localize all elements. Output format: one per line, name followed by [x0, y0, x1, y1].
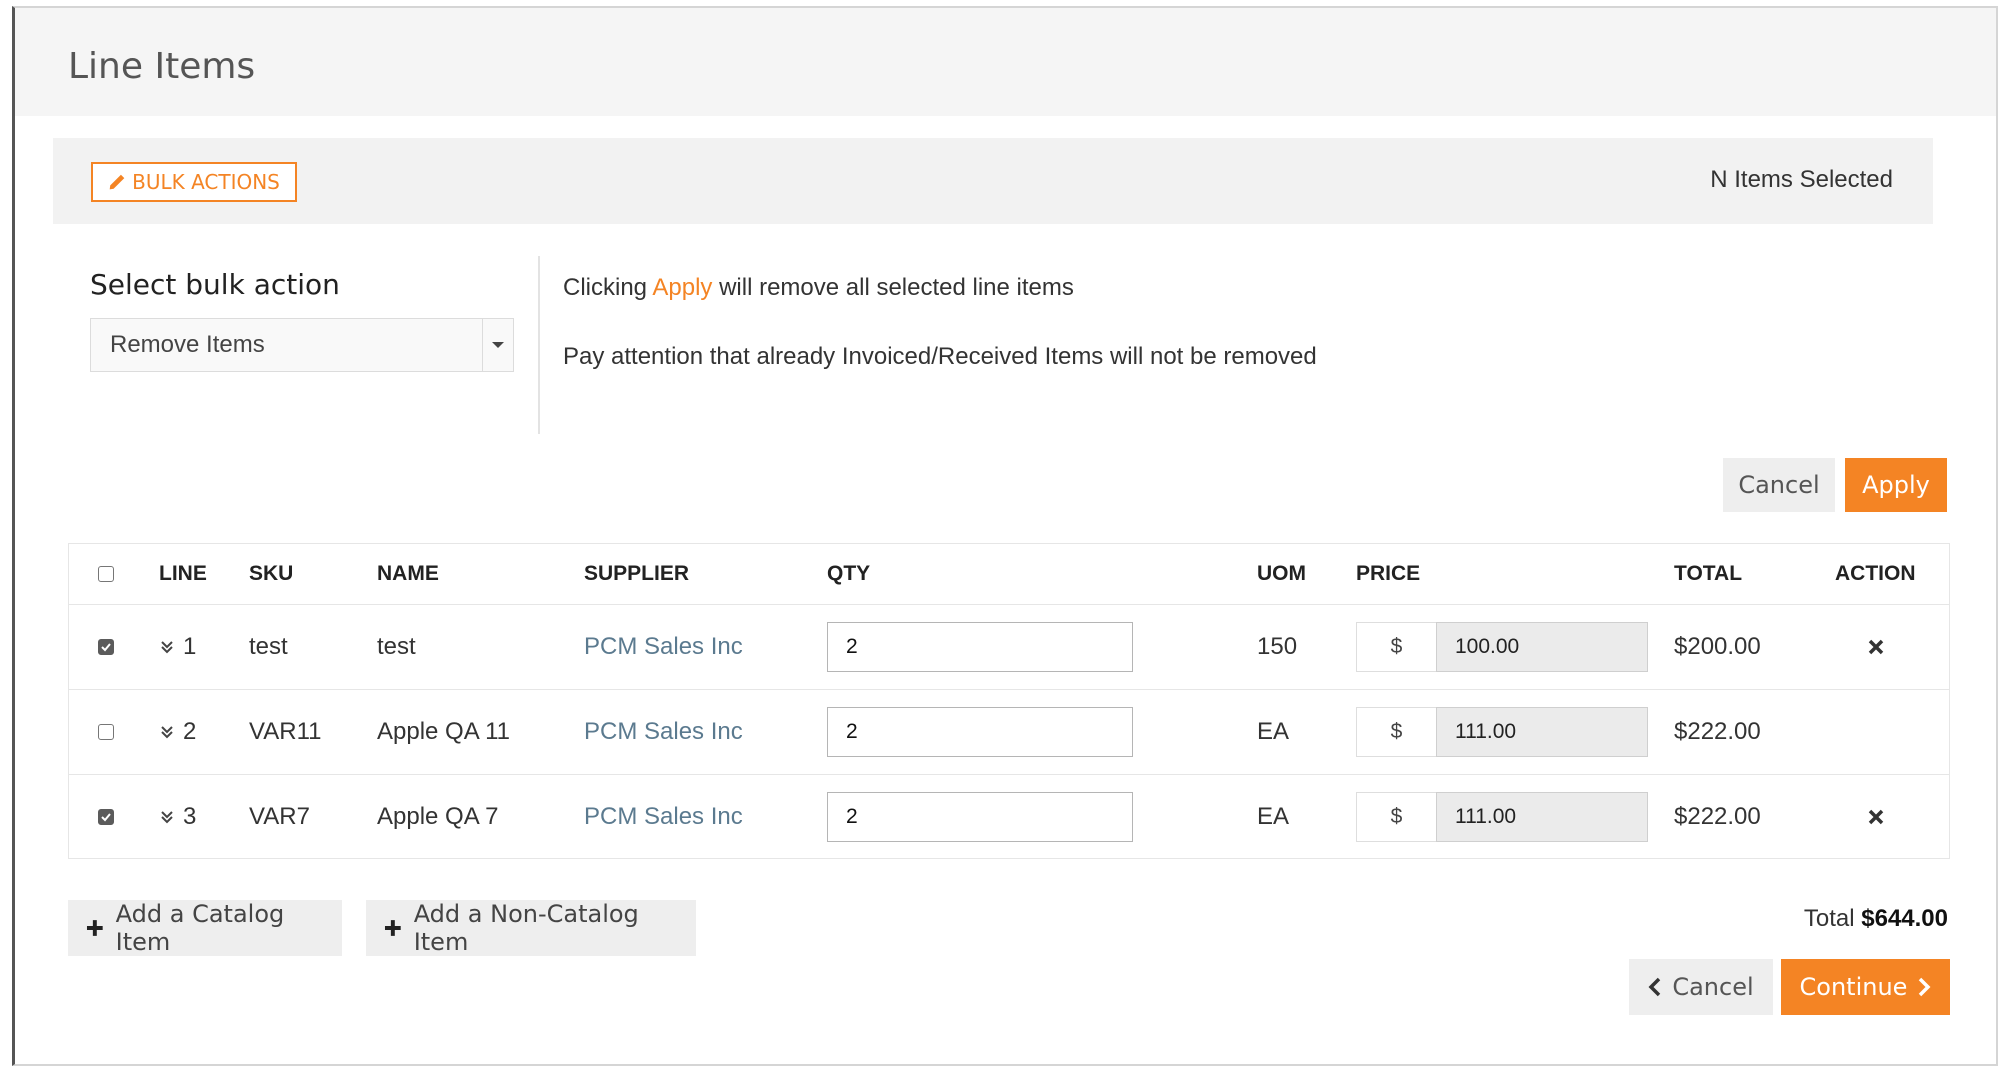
col-total: TOTAL — [1674, 562, 1743, 585]
sku: VAR7 — [249, 802, 310, 830]
continue-label: Continue — [1799, 973, 1908, 1001]
bulk-action-select-value: Remove Items — [110, 331, 265, 358]
item-name: Apple QA 7 — [377, 802, 499, 830]
price-field: $ 111.00 — [1356, 706, 1648, 757]
bulk-cancel-button[interactable]: Cancel — [1723, 458, 1835, 512]
uom: 150 — [1257, 632, 1298, 660]
item-name: Apple QA 11 — [377, 717, 510, 745]
qty-input[interactable]: 2 — [827, 706, 1133, 757]
col-supplier: SUPPLIER — [584, 562, 690, 585]
line-number: 1 — [183, 632, 197, 660]
bulk-action-select[interactable]: Remove Items — [90, 318, 514, 372]
col-line: LINE — [159, 562, 207, 585]
panel-header: Line Items — [15, 8, 1996, 116]
items-selected-count: N Items Selected — [1710, 166, 1893, 193]
double-chevron-down-icon[interactable] — [159, 809, 175, 825]
price-field: $ 100.00 — [1356, 621, 1648, 672]
line-number: 2 — [183, 717, 197, 745]
bulk-actions-bar: BULK ACTIONS N Items Selected — [53, 138, 1933, 224]
supplier-link[interactable]: PCM Sales Inc — [584, 774, 743, 859]
currency-symbol: $ — [1356, 706, 1436, 757]
bulk-actions-label: BULK ACTIONS — [132, 170, 280, 194]
chevron-left-icon — [1648, 977, 1661, 997]
cancel-label: Cancel — [1672, 973, 1754, 1001]
divider — [538, 256, 540, 434]
col-uom: UOM — [1257, 562, 1306, 585]
row-checkbox[interactable] — [98, 808, 114, 825]
table-row: 2 VAR11 Apple QA 11 PCM Sales Inc 2 EA $… — [69, 689, 1949, 775]
add-catalog-item-button[interactable]: Add a Catalog Item — [68, 900, 342, 956]
table-row: 1 test test PCM Sales Inc 2 150 $ 100.00… — [69, 604, 1949, 690]
bulk-info-prefix: Clicking — [563, 274, 653, 301]
price-field: $ 111.00 — [1356, 791, 1648, 842]
bulk-info-note: Pay attention that already Invoiced/Rece… — [563, 343, 1317, 370]
currency-symbol: $ — [1356, 791, 1436, 842]
table-header-row: LINE SKU NAME SUPPLIER QTY UOM PRICE TOT… — [69, 544, 1949, 605]
col-sku: SKU — [249, 562, 294, 585]
apply-button[interactable]: Apply — [1845, 458, 1947, 512]
col-qty: QTY — [827, 562, 871, 585]
currency-symbol: $ — [1356, 621, 1436, 672]
apply-label: Apply — [1862, 471, 1930, 499]
line-items-table: LINE SKU NAME SUPPLIER QTY UOM PRICE TOT… — [68, 543, 1950, 859]
price-input[interactable]: 111.00 — [1436, 791, 1648, 842]
bulk-info-apply-highlight: Apply — [652, 274, 713, 301]
order-total: Total $644.00 — [1804, 905, 1948, 933]
double-chevron-down-icon[interactable] — [159, 639, 175, 655]
remove-icon[interactable] — [1866, 637, 1886, 657]
qty-input[interactable]: 2 — [827, 791, 1133, 842]
pencil-icon — [109, 174, 125, 190]
row-total: $200.00 — [1674, 632, 1761, 660]
supplier-link[interactable]: PCM Sales Inc — [584, 604, 743, 689]
select-all-checkbox[interactable] — [98, 566, 114, 582]
add-catalog-item-label: Add a Catalog Item — [115, 900, 285, 956]
bulk-info-suffix: will remove all selected line items — [712, 274, 1074, 301]
sku: VAR11 — [249, 717, 322, 745]
uom: EA — [1257, 802, 1290, 830]
bulk-info-text: Clicking Apply will remove all selected … — [563, 274, 1074, 302]
col-name: NAME — [377, 562, 439, 585]
row-total: $222.00 — [1674, 802, 1761, 830]
qty-input[interactable]: 2 — [827, 621, 1133, 672]
page-title: Line Items — [68, 46, 256, 87]
row-total: $222.00 — [1674, 717, 1761, 745]
item-name: test — [377, 632, 416, 660]
chevron-right-icon — [1919, 977, 1931, 997]
add-non-catalog-item-label: Add a Non-Catalog Item — [413, 900, 639, 956]
row-checkbox[interactable] — [98, 723, 114, 740]
price-input[interactable]: 111.00 — [1436, 706, 1648, 757]
total-label: Total — [1803, 905, 1855, 932]
plus-icon — [86, 920, 103, 936]
col-action: ACTION — [1835, 562, 1916, 585]
cancel-button[interactable]: Cancel — [1629, 959, 1773, 1015]
remove-icon[interactable] — [1866, 807, 1886, 827]
col-price: PRICE — [1356, 562, 1421, 585]
row-checkbox[interactable] — [98, 638, 114, 655]
total-value: $644.00 — [1861, 905, 1948, 932]
uom: EA — [1257, 717, 1290, 745]
bulk-actions-button[interactable]: BULK ACTIONS — [91, 162, 297, 202]
price-input[interactable]: 100.00 — [1436, 621, 1648, 672]
select-bulk-action-label: Select bulk action — [90, 268, 340, 301]
line-number: 3 — [183, 802, 197, 830]
table-row: 3 VAR7 Apple QA 7 PCM Sales Inc 2 EA $ 1… — [69, 774, 1949, 859]
bulk-cancel-label: Cancel — [1738, 471, 1820, 499]
caret-down-icon — [482, 319, 513, 371]
add-non-catalog-item-button[interactable]: Add a Non-Catalog Item — [366, 900, 696, 956]
continue-button[interactable]: Continue — [1781, 959, 1950, 1015]
supplier-link[interactable]: PCM Sales Inc — [584, 689, 743, 774]
sku: test — [249, 632, 288, 660]
double-chevron-down-icon[interactable] — [159, 724, 175, 740]
plus-icon — [384, 920, 401, 936]
